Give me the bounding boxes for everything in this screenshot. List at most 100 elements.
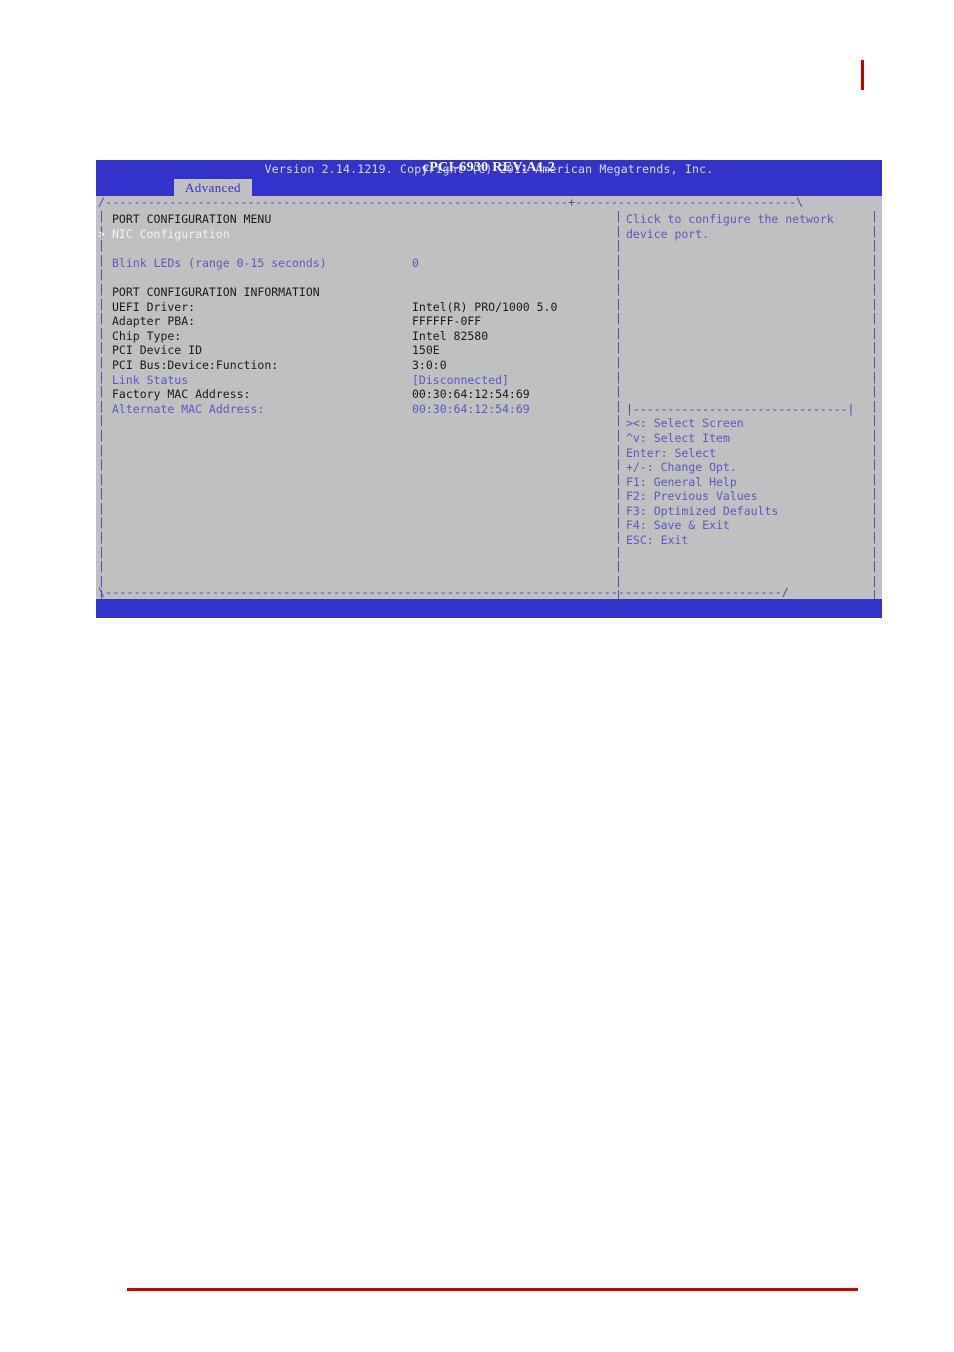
menu-item-nic-configuration[interactable]: > NIC Configuration — [98, 226, 612, 242]
frame-pipe-segment: | — [871, 544, 878, 559]
frame-pipe-segment: | — [615, 442, 622, 457]
frame-pipe-segment: | — [871, 369, 878, 384]
frame-pipe-segment: | — [98, 559, 105, 574]
frame-top-border: /---------------------------------------… — [98, 196, 804, 209]
frame-pipe-segment: | — [615, 500, 622, 515]
frame-pipe-segment: | — [871, 398, 878, 413]
info-row-value: FFFFFF-0FF — [412, 314, 482, 329]
frame-pipe-segment: | — [615, 573, 622, 588]
frame-pipe-segment: | — [98, 325, 105, 340]
info-row: Adapter PBA: FFFFFF-0FF — [112, 314, 612, 329]
frame-pipe-segment: | — [98, 573, 105, 588]
info-row: Chip Type: Intel 82580 — [112, 329, 612, 344]
frame-pipe-segment: | — [98, 296, 105, 311]
frame-pipe-segment: | — [871, 296, 878, 311]
hotkey-line: ESC: Exit — [626, 533, 689, 548]
hotkey-legend: ><: Select Screen ^v: Select Item Enter: S… — [626, 416, 870, 547]
frame-left-border: | | | | | | | | | | | | | | | | | | | | | | | | | | | — [98, 209, 107, 603]
blink-leds-value[interactable]: 0 — [412, 256, 419, 271]
info-row-label: Adapter PBA: — [112, 314, 196, 329]
frame-bottom-border: \---------------------------------------… — [98, 586, 789, 599]
frame-pipe-segment: | — [871, 413, 878, 428]
info-section-title-row: PORT CONFIGURATION INFORMATION — [112, 285, 612, 300]
selection-marker-icon: > — [98, 226, 105, 241]
frame-pipe-segment: | — [871, 238, 878, 253]
frame-pipe-segment: | — [98, 398, 105, 413]
info-row: Factory MAC Address: 00:30:64:12:54:69 — [112, 387, 612, 402]
frame-pipe-segment: | — [615, 515, 622, 530]
info-row-value: 00:30:64:12:54:69 — [412, 387, 530, 402]
frame-pipe-segment: | — [871, 384, 878, 399]
frame-pipe-segment: | — [871, 573, 878, 588]
frame-right-border: | | | | | | | | | | | | | | | | | | | | | | | | | | | — [871, 209, 880, 603]
frame-pipe-segment: | — [615, 340, 622, 355]
frame-pipe-segment: | — [98, 500, 105, 515]
menu-item-label: NIC Configuration — [112, 226, 230, 241]
info-row-label: UEFI Driver: — [112, 299, 196, 314]
hotkey-line: F3: Optimized Defaults — [626, 503, 779, 518]
frame-pipe-segment: | — [871, 325, 878, 340]
frame-pipe-segment: | — [615, 281, 622, 296]
frame-pipe-segment: | — [615, 427, 622, 442]
frame-pipe-segment: | — [98, 471, 105, 486]
info-row: Alternate MAC Address: 00:30:64:12:54:69 — [112, 402, 612, 417]
frame-pipe-segment: | — [615, 223, 622, 238]
frame-pipe-segment: | — [98, 267, 105, 282]
frame-pipe-segment: | — [615, 544, 622, 559]
blink-leds-label: Blink LEDs (range 0-15 seconds) — [112, 255, 327, 270]
frame-pipe-segment: | — [615, 471, 622, 486]
frame-pipe-segment: | — [871, 471, 878, 486]
blink-leds-row[interactable]: Blink LEDs (range 0-15 seconds) 0 — [112, 256, 612, 271]
info-row-value: Intel(R) PRO/1000 5.0 — [412, 299, 558, 314]
info-row-value: [Disconnected] — [412, 372, 509, 387]
frame-pipe-segment: | — [98, 413, 105, 428]
frame-pipe-segment: | — [98, 209, 105, 223]
section-title-row: PORT CONFIGURATION MENU — [112, 212, 612, 227]
page-footer-red-rule — [127, 1288, 858, 1291]
frame-pipe-segment: | — [871, 486, 878, 501]
hotkey-line: +/-: Change Opt. — [626, 460, 737, 475]
frame-pipe-segment: | — [615, 209, 622, 223]
page-margin-red-mark — [861, 60, 864, 90]
info-row-value: 3:0:0 — [412, 357, 447, 372]
frame-pipe-segment: | — [98, 530, 105, 545]
frame-pipe-segment: | — [615, 413, 622, 428]
port-configuration-menu-title: PORT CONFIGURATION MENU — [112, 212, 272, 226]
frame-pipe-segment: | — [98, 442, 105, 457]
help-gap — [626, 241, 870, 402]
info-row-value: 150E — [412, 343, 440, 358]
frame-pipe-segment: | — [615, 296, 622, 311]
frame-pipe-segment: | — [98, 252, 105, 267]
frame-pipe-segment: | — [871, 340, 878, 355]
frame-pipe-segment: | — [871, 354, 878, 369]
help-pane: Click to configure the network device por… — [626, 212, 870, 548]
info-row-value: 00:30:64:12:54:69 — [412, 401, 530, 416]
frame-pipe-segment: | — [871, 442, 878, 457]
bios-version-text: Version 2.14.1219. Copyright (C) 2011 Am… — [264, 162, 714, 176]
frame-pipe-segment: | — [98, 457, 105, 472]
info-row-label: Link Status — [112, 372, 189, 387]
help-separator: |-------------------------------| — [626, 401, 855, 416]
frame-pipe-segment: | — [98, 384, 105, 399]
frame-pipe-segment: | — [615, 486, 622, 501]
frame-pipe-segment: | — [615, 311, 622, 326]
frame-pipe-segment: | — [871, 223, 878, 238]
info-row: Link Status [Disconnected] — [112, 373, 612, 388]
info-row: PCI Device ID 150E — [112, 343, 612, 358]
info-row: PCI Bus:Device:Function: 3:0:0 — [112, 358, 612, 373]
frame-pipe-segment: | — [98, 281, 105, 296]
info-row-label: Alternate MAC Address: — [112, 401, 265, 416]
frame-pipe-segment: | — [615, 369, 622, 384]
help-line: Click to configure the network — [626, 212, 834, 226]
tab-advanced[interactable]: Advanced — [174, 179, 252, 196]
